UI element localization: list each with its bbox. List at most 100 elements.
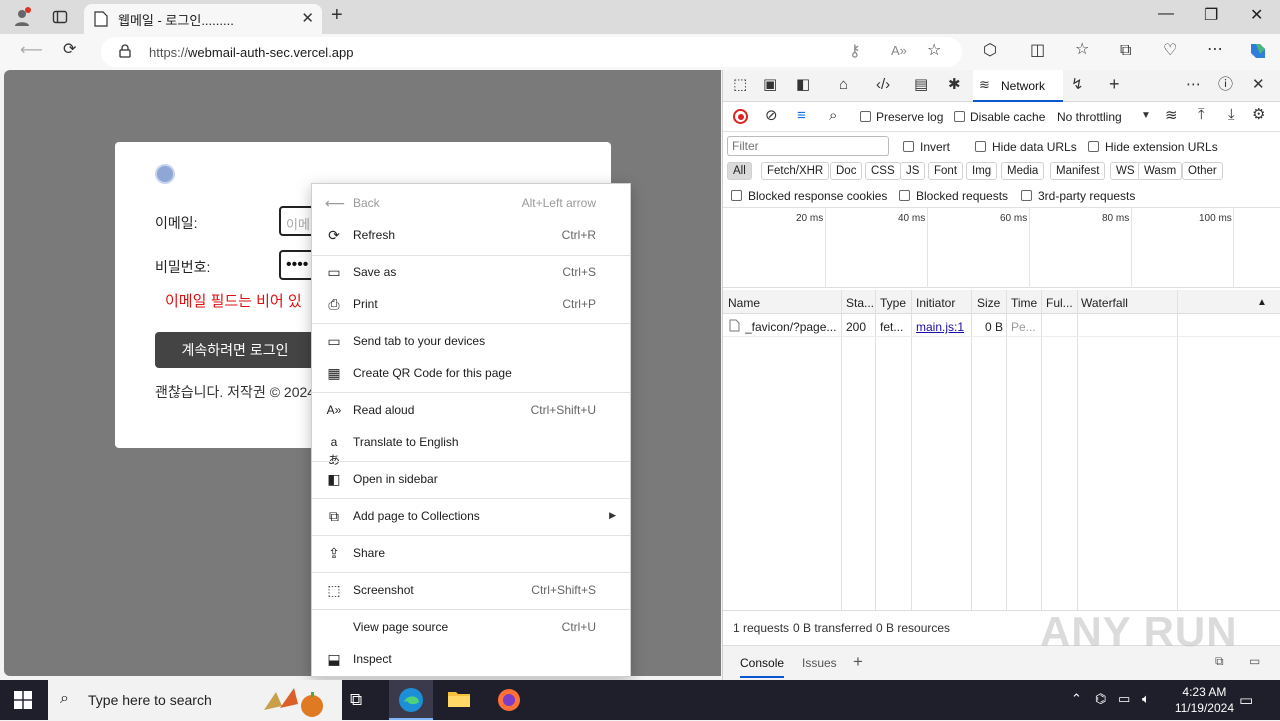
devtools-menu-icon[interactable]: ⋯ xyxy=(1186,77,1201,92)
menu-item-read-aloud[interactable]: A» Read aloud Ctrl+Shift+U xyxy=(312,395,630,425)
invert-checkbox[interactable] xyxy=(903,141,914,152)
browser-essentials-icon[interactable]: ♡ xyxy=(1163,43,1177,59)
type-filter-manifest[interactable]: Manifest xyxy=(1050,162,1106,180)
close-drawer-icon[interactable]: ▭ xyxy=(1249,654,1260,668)
column-header-status[interactable]: Sta... xyxy=(846,296,874,310)
volume-icon[interactable]: 🔈︎ xyxy=(1142,691,1150,707)
menu-item-add-to-collections[interactable]: ⧉ Add page to Collections ▶ xyxy=(312,501,630,531)
menu-item-translate[interactable]: aあ Translate to English xyxy=(312,427,630,467)
blocked-response-cookies-checkbox[interactable] xyxy=(731,190,742,201)
edge-browser-icon[interactable] xyxy=(389,680,433,720)
read-aloud-icon[interactable]: A» xyxy=(891,44,907,57)
tab-actions-icon[interactable] xyxy=(52,9,68,29)
network-overview-timeline[interactable]: 20 ms 40 ms 60 ms 80 ms 100 ms xyxy=(723,208,1280,288)
notifications-icon[interactable]: ▭ xyxy=(1239,691,1253,709)
type-filter-wasm[interactable]: Wasm xyxy=(1138,162,1183,180)
drawer-tab-console[interactable]: Console xyxy=(740,656,785,678)
more-tabs-plus-icon[interactable]: + xyxy=(1109,75,1120,93)
inspect-element-icon[interactable]: ⬚ xyxy=(733,77,747,92)
throttling-select[interactable]: No throttling xyxy=(1057,110,1122,124)
menu-item-screenshot[interactable]: ⬚ Screenshot Ctrl+Shift+S xyxy=(312,575,630,605)
menu-item-view-source[interactable]: View page source Ctrl+U xyxy=(312,612,630,642)
copilot-icon[interactable] xyxy=(1247,40,1269,66)
menu-item-open-in-sidebar[interactable]: ◧ Open in sidebar xyxy=(312,464,630,494)
table-row[interactable]: _favicon/?page... 200 fet... main.js:1 0… xyxy=(723,315,1280,337)
profile-icon[interactable] xyxy=(12,7,32,31)
favorites-icon[interactable]: ☆ xyxy=(1075,42,1089,58)
new-tab-icon[interactable]: + xyxy=(331,4,343,27)
network-conditions-icon[interactable]: ≋ xyxy=(1165,108,1178,123)
add-drawer-tab-icon[interactable]: + xyxy=(853,652,863,672)
minimize-icon[interactable]: — xyxy=(1158,5,1174,23)
type-filter-all[interactable]: All xyxy=(727,162,752,180)
sort-ascending-icon[interactable]: ▲ xyxy=(1257,297,1267,308)
windows-start-icon[interactable] xyxy=(14,691,40,715)
lock-icon[interactable] xyxy=(119,44,131,62)
close-devtools-icon[interactable]: ✕ xyxy=(1252,77,1265,92)
dock-side-icon[interactable]: ◧ xyxy=(796,77,810,92)
restore-icon[interactable]: ❐ xyxy=(1204,5,1218,25)
tab-network[interactable]: ≋ Network xyxy=(973,70,1063,102)
welcome-home-icon[interactable]: ⌂ xyxy=(839,77,848,92)
back-icon[interactable]: ⟵ xyxy=(20,43,43,59)
network-icon[interactable]: ▭ xyxy=(1118,691,1130,707)
address-bar[interactable]: https://webmail-auth-sec.vercel.app ⚷ A»… xyxy=(101,37,962,67)
login-button[interactable]: 계속하려면 로그인 xyxy=(155,332,315,368)
third-party-requests-checkbox[interactable] xyxy=(1021,190,1032,201)
request-initiator-link[interactable]: main.js:1 xyxy=(916,320,964,334)
browser-tab[interactable]: 웹메일 - 로그인......... ✕ xyxy=(84,4,322,34)
elements-icon[interactable]: ‹/› xyxy=(876,77,890,92)
console-icon[interactable]: ▤ xyxy=(914,77,928,92)
meet-now-icon[interactable]: ⌬ xyxy=(1095,691,1106,707)
menu-item-print[interactable]: ⎙ Print Ctrl+P xyxy=(312,289,630,319)
extensions-icon[interactable]: ⬡ xyxy=(983,43,997,59)
taskbar-search-box[interactable]: ⌕ Type here to search xyxy=(48,680,342,720)
type-filter-media[interactable]: Media xyxy=(1001,162,1045,180)
chevron-down-icon[interactable]: ▼ xyxy=(1141,111,1151,121)
task-view-icon[interactable]: ⧉ xyxy=(350,690,376,714)
blocked-requests-checkbox[interactable] xyxy=(899,190,910,201)
type-filter-font[interactable]: Font xyxy=(928,162,964,180)
menu-item-qr-code[interactable]: ▦ Create QR Code for this page xyxy=(312,358,630,388)
disable-cache-checkbox[interactable] xyxy=(954,111,965,122)
column-header-fulfilled[interactable]: Ful... xyxy=(1046,296,1073,310)
type-filter-ws[interactable]: WS xyxy=(1110,162,1141,180)
type-filter-doc[interactable]: Doc xyxy=(830,162,863,180)
settings-gear-icon[interactable]: ⚙ xyxy=(1252,107,1265,122)
menu-item-share[interactable]: ⇪ Share xyxy=(312,538,630,568)
taskbar-clock[interactable]: 4:23 AM 11/19/2024 xyxy=(1175,684,1234,716)
close-window-icon[interactable]: ✕ xyxy=(1250,5,1263,25)
import-har-icon[interactable]: ⤒ xyxy=(1198,107,1205,122)
clear-icon[interactable]: ⊘ xyxy=(765,108,778,123)
help-icon[interactable]: ⓘ xyxy=(1218,77,1233,92)
close-tab-icon[interactable]: ✕ xyxy=(301,9,314,27)
favorite-star-icon[interactable]: ☆ xyxy=(927,43,941,59)
column-header-waterfall[interactable]: Waterfall xyxy=(1081,296,1128,310)
menu-item-back[interactable]: ⟵ Back Alt+Left arrow xyxy=(312,188,630,218)
type-filter-img[interactable]: Img xyxy=(966,162,998,180)
column-header-name[interactable]: Name xyxy=(728,296,760,310)
type-filter-other[interactable]: Other xyxy=(1182,162,1223,180)
drawer-tab-issues[interactable]: Issues xyxy=(802,656,837,670)
hide-extension-urls-checkbox[interactable] xyxy=(1088,141,1099,152)
show-hidden-icons-icon[interactable]: ⌃ xyxy=(1071,691,1082,707)
record-icon[interactable] xyxy=(733,109,748,124)
preserve-log-checkbox[interactable] xyxy=(860,111,871,122)
type-filter-css[interactable]: CSS xyxy=(865,162,901,180)
export-har-icon[interactable]: ⤓ xyxy=(1228,107,1235,122)
column-header-type[interactable]: Type xyxy=(880,296,906,310)
menu-item-inspect[interactable]: ⬓ Inspect xyxy=(312,644,630,674)
refresh-icon[interactable]: ⟳ xyxy=(63,42,76,58)
type-filter-fetch-xhr[interactable]: Fetch/XHR xyxy=(761,162,830,180)
performance-icon[interactable]: ↯ xyxy=(1071,77,1084,92)
sources-bug-icon[interactable]: ✱ xyxy=(948,77,961,92)
menu-item-refresh[interactable]: ⟳ Refresh Ctrl+R xyxy=(312,220,630,250)
dock-drawer-icon[interactable]: ⧉ xyxy=(1215,654,1224,669)
filter-icon[interactable]: ≡ xyxy=(797,108,806,123)
filter-input[interactable] xyxy=(727,136,889,156)
column-header-initiator[interactable]: Initiator xyxy=(916,296,955,310)
more-menu-icon[interactable]: ⋯ xyxy=(1207,42,1223,58)
collections-icon[interactable]: ⧉ xyxy=(1120,43,1131,59)
firefox-icon[interactable] xyxy=(497,688,523,712)
menu-item-send-tab[interactable]: ▭ Send tab to your devices xyxy=(312,326,630,356)
